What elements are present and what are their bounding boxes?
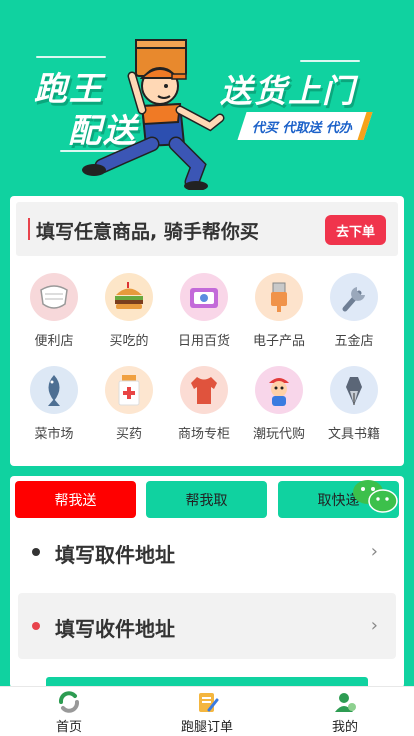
fish-icon [30,366,78,414]
burger-icon [105,273,153,321]
category-item-mall[interactable]: 商场专柜 [166,366,242,456]
figure-toy-icon [255,366,303,414]
category-item-market[interactable]: 菜市场 [16,366,92,456]
category-label: 潮玩代购 [252,427,305,442]
usb-cable-icon [255,273,303,321]
fountain-pen-icon [330,366,378,414]
category-label: 五金店 [334,334,374,349]
shirt-icon [180,366,228,414]
category-label: 文具书籍 [327,427,380,442]
tab-help-pickup[interactable]: 帮我取 [146,481,267,518]
chevron-right-icon: › [370,615,378,636]
delivery-address-row[interactable]: 填写收件地址 › [18,593,396,659]
nav-item-orders[interactable]: 跑腿订单 [162,687,252,736]
category-card: 填写任意商品, 骑手帮你买 去下单 便利店 买吃的 日用百货 电子产品 五金店 [10,196,404,466]
nav-item-profile[interactable]: 我的 [300,687,390,736]
delivery-address-label: 填写收件地址 [55,617,175,641]
category-item-daily-goods[interactable]: 日用百货 [166,273,242,363]
order-card: 帮我送 帮我取 取快递 填写取件地址 › 填写收件地址 › [10,476,404,688]
category-label: 便利店 [34,334,74,349]
chevron-right-icon: › [370,541,378,562]
category-label: 电子产品 [252,334,305,349]
category-item-food[interactable]: 买吃的 [91,273,167,363]
user-icon [335,693,356,712]
category-item-medicine[interactable]: 买药 [91,366,167,456]
banner-deco-line [300,60,360,62]
category-item-electronics[interactable]: 电子产品 [241,273,317,363]
promo-strip: 填写任意商品, 骑手帮你买 去下单 [16,202,398,256]
category-item-stationery[interactable]: 文具书籍 [316,366,392,456]
medicine-bottle-icon [105,366,153,414]
category-item-convenience-store[interactable]: 便利店 [16,273,92,363]
banner-tagline-ribbon: 代买 代取送 代办 [237,112,373,140]
category-label: 买药 [115,427,142,442]
category-item-trendy-toys[interactable]: 潮玩代购 [241,366,317,456]
hero-banner: 跑王 配送 送货上门 代买 代取送 代办 [0,0,414,196]
nav-label-orders: 跑腿订单 [180,720,233,735]
tab-help-send[interactable]: 帮我送 [15,481,136,518]
promo-accent-bar [28,218,30,240]
banner-slogan: 送货上门 [220,72,357,110]
category-label: 商场专柜 [177,427,230,442]
category-item-hardware[interactable]: 五金店 [316,273,392,363]
category-label: 买吃的 [109,334,149,349]
category-label: 日用百货 [177,334,230,349]
nav-label-profile: 我的 [331,720,358,735]
nav-label-home: 首页 [55,720,82,735]
delivery-dot [32,622,40,630]
place-order-button[interactable]: 去下单 [325,215,386,245]
home-swirl-icon [59,691,79,713]
tissue-pack-icon [180,273,228,321]
wrench-icon [330,273,378,321]
order-notepad-icon [199,693,219,712]
pickup-dot [32,548,40,556]
bottom-nav: 首页 跑腿订单 我的 [0,686,414,736]
category-label: 菜市场 [34,427,74,442]
banner-tagline: 代买 代取送 代办 [251,120,353,136]
wechat-icon[interactable] [352,478,398,516]
promo-text: 填写任意商品, 骑手帮你买 [36,221,259,243]
pickup-address-row[interactable]: 填写取件地址 › [18,519,396,585]
mask-icon [30,273,78,321]
pickup-address-label: 填写取件地址 [55,543,175,567]
nav-item-home[interactable]: 首页 [24,687,114,736]
